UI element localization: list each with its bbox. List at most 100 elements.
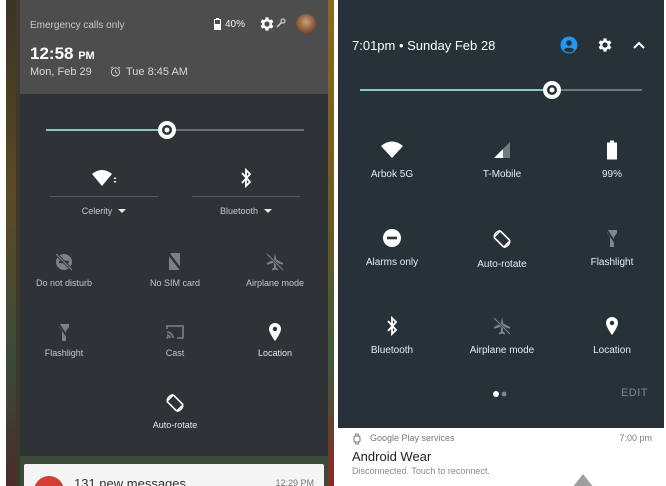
next-alarm-text[interactable]: Tue 8:45 AM	[126, 66, 188, 78]
gear-icon[interactable]	[596, 36, 614, 54]
tile-cell-signal[interactable]: T-Mobile	[452, 140, 552, 180]
tile-location-label: Location	[593, 345, 631, 356]
tile-wifi-label: Arbok 5G	[370, 169, 414, 180]
date-text: Mon, Feb 29	[30, 66, 92, 78]
left-status-header: Emergency calls only 40% 12:58 PM Mon, F…	[20, 0, 328, 94]
notification-app-name: Google Play services	[370, 433, 455, 443]
location-icon	[269, 323, 281, 341]
tile-location[interactable]: Location	[562, 316, 662, 356]
wrench-icon	[276, 18, 286, 28]
left-notification-shade: Emergency calls only 40% 12:58 PM Mon, F…	[6, 0, 334, 486]
tile-wifi-label: Celerity	[81, 206, 113, 216]
tile-flashlight[interactable]: Flashlight	[14, 322, 114, 358]
brightness-track-filled	[360, 89, 552, 91]
battery-icon	[607, 140, 617, 160]
cell-signal-icon	[494, 142, 510, 158]
chevron-down-icon[interactable]	[264, 209, 273, 213]
left-notification-area: 131 new messages 12:29 PM	[20, 456, 328, 486]
do-not-disturb-icon	[54, 252, 74, 272]
tile-flashlight-label: Flashlight	[590, 257, 634, 268]
triangle-shape	[572, 474, 594, 486]
right-quick-settings: 7:01pm • Sunday Feb 28 Arbok 5G T-Mobile…	[338, 0, 664, 428]
gmail-notification[interactable]: 131 new messages 12:29 PM	[24, 464, 324, 486]
notification-text: Disconnected. Touch to reconnect.	[352, 466, 490, 476]
tile-bluetooth-label: Bluetooth	[370, 345, 414, 356]
tile-flashlight[interactable]: Flashlight	[562, 228, 662, 268]
tile-bluetooth-label: Bluetooth	[219, 206, 259, 216]
alarms-only-icon	[383, 229, 401, 247]
account-circle-icon[interactable]	[560, 36, 578, 54]
battery-percent: 40%	[225, 19, 246, 30]
flashlight-icon	[605, 228, 619, 248]
clock-time-value: 12:58	[30, 44, 74, 63]
alarm-clock-icon	[110, 66, 121, 77]
cast-icon	[166, 325, 184, 339]
tile-auto-rotate-label: Auto-rotate	[152, 420, 198, 430]
chevron-up-icon[interactable]	[632, 38, 646, 52]
watch-icon	[353, 433, 361, 445]
tile-do-not-disturb-label: Do not disturb	[35, 278, 93, 288]
gear-icon[interactable]	[258, 15, 276, 33]
tile-no-sim[interactable]: No SIM card	[125, 252, 225, 288]
tile-location[interactable]: Location	[225, 322, 325, 358]
tile-airplane-mode[interactable]: Airplane mode	[225, 252, 325, 288]
flashlight-icon	[57, 322, 71, 342]
carrier-status-text: Emergency calls only	[30, 20, 125, 31]
bluetooth-tile-divider	[192, 196, 300, 197]
tile-cast[interactable]: Cast	[125, 322, 225, 358]
tile-cell-signal-label: T-Mobile	[482, 169, 522, 180]
tile-wifi[interactable]: Celerity	[54, 168, 154, 216]
tile-battery[interactable]: 99%	[562, 140, 662, 180]
avatar[interactable]	[296, 14, 316, 34]
notification-title: Android Wear	[352, 449, 432, 464]
clock-ampm: PM	[78, 50, 95, 62]
tile-bluetooth[interactable]: Bluetooth	[196, 168, 296, 216]
clock-time: 12:58 PM	[30, 44, 95, 64]
page-indicator[interactable]	[492, 390, 512, 398]
left-quick-settings: Celerity Bluetooth Do not disturb No SIM…	[20, 94, 328, 456]
tile-auto-rotate-label: Auto-rotate	[477, 259, 527, 270]
airplane-icon	[266, 253, 284, 271]
wifi-icon	[92, 170, 117, 186]
tile-alarms-only[interactable]: Alarms only	[342, 228, 442, 268]
notification-app-icon	[34, 476, 64, 486]
tile-do-not-disturb[interactable]: Do not disturb	[14, 252, 114, 288]
android-wear-notification[interactable]: Google Play services 7:00 pm Android Wea…	[338, 428, 664, 486]
wifi-icon	[381, 141, 403, 158]
bluetooth-icon	[241, 168, 252, 188]
tile-no-sim-label: No SIM card	[149, 278, 200, 288]
battery-icon	[214, 18, 221, 30]
header-date-time: 7:01pm • Sunday Feb 28	[352, 38, 496, 53]
page-dot-active	[493, 391, 499, 397]
wallpaper-edge-right	[328, 0, 334, 486]
brightness-slider-thumb[interactable]	[156, 119, 178, 141]
edit-button[interactable]: EDIT	[621, 387, 648, 399]
page-dot	[501, 391, 507, 397]
tile-battery-label: 99%	[601, 169, 622, 180]
chevron-down-icon[interactable]	[118, 209, 127, 213]
auto-rotate-icon	[166, 393, 184, 413]
tile-auto-rotate[interactable]: Auto-rotate	[452, 228, 552, 270]
tile-location-label: Location	[257, 348, 293, 358]
wifi-tile-divider	[50, 196, 158, 197]
right-notification-shade: 7:01pm • Sunday Feb 28 Arbok 5G T-Mobile…	[338, 0, 666, 486]
brightness-slider-thumb[interactable]	[541, 79, 563, 101]
airplane-icon	[493, 317, 511, 335]
tile-auto-rotate[interactable]: Auto-rotate	[125, 392, 225, 430]
brightness-track-empty	[168, 129, 304, 131]
tile-cast-label: Cast	[165, 348, 185, 358]
tile-airplane-mode-label: Airplane mode	[245, 278, 305, 288]
tile-airplane-mode[interactable]: Airplane mode	[452, 316, 552, 356]
brightness-track-filled	[46, 129, 168, 131]
tile-alarms-only-label: Alarms only	[365, 257, 419, 268]
brightness-track-empty	[552, 89, 642, 91]
tile-bluetooth[interactable]: Bluetooth	[342, 316, 442, 356]
tile-flashlight-label: Flashlight	[44, 348, 84, 358]
notification-title: 131 new messages	[74, 476, 187, 486]
bluetooth-icon	[387, 316, 398, 336]
tile-wifi[interactable]: Arbok 5G	[342, 140, 442, 180]
tile-airplane-mode-label: Airplane mode	[469, 345, 535, 356]
wallpaper-edge-left	[6, 0, 16, 486]
auto-rotate-icon	[493, 229, 511, 249]
notification-time: 12:29 PM	[275, 478, 314, 486]
